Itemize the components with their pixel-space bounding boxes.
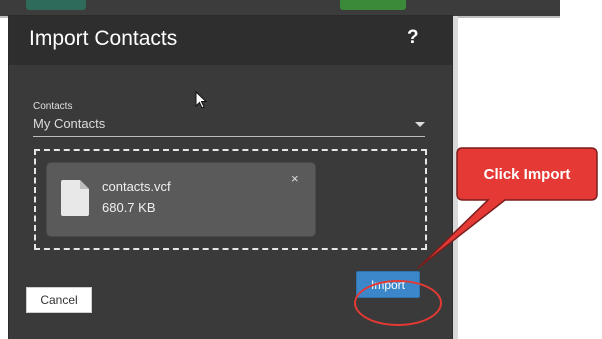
file-icon	[61, 180, 89, 216]
file-card: contacts.vcf 680.7 KB ×	[46, 162, 316, 237]
chevron-down-icon	[415, 122, 425, 127]
contacts-field-label: Contacts	[33, 101, 73, 112]
contacts-select[interactable]: My Contacts	[33, 114, 425, 137]
callout-text: Click Import	[483, 165, 571, 183]
file-size: 680.7 KB	[102, 200, 156, 215]
dialog-title: Import Contacts	[29, 27, 178, 50]
background-chip	[26, 0, 86, 10]
help-icon[interactable]: ?	[407, 27, 419, 49]
file-name: contacts.vcf	[102, 179, 171, 194]
import-highlight-ring	[354, 280, 442, 326]
file-dropzone[interactable]: contacts.vcf 680.7 KB ×	[34, 149, 427, 250]
cancel-button[interactable]: Cancel	[26, 287, 92, 313]
contacts-select-value: My Contacts	[33, 116, 106, 131]
close-icon[interactable]: ×	[291, 171, 299, 186]
dialog-header: Import Contacts ?	[9, 16, 452, 65]
screenshot: Import Contacts ? Contacts My Contacts c…	[0, 0, 602, 339]
background-chip	[340, 0, 406, 10]
mouse-cursor-icon	[195, 91, 207, 109]
